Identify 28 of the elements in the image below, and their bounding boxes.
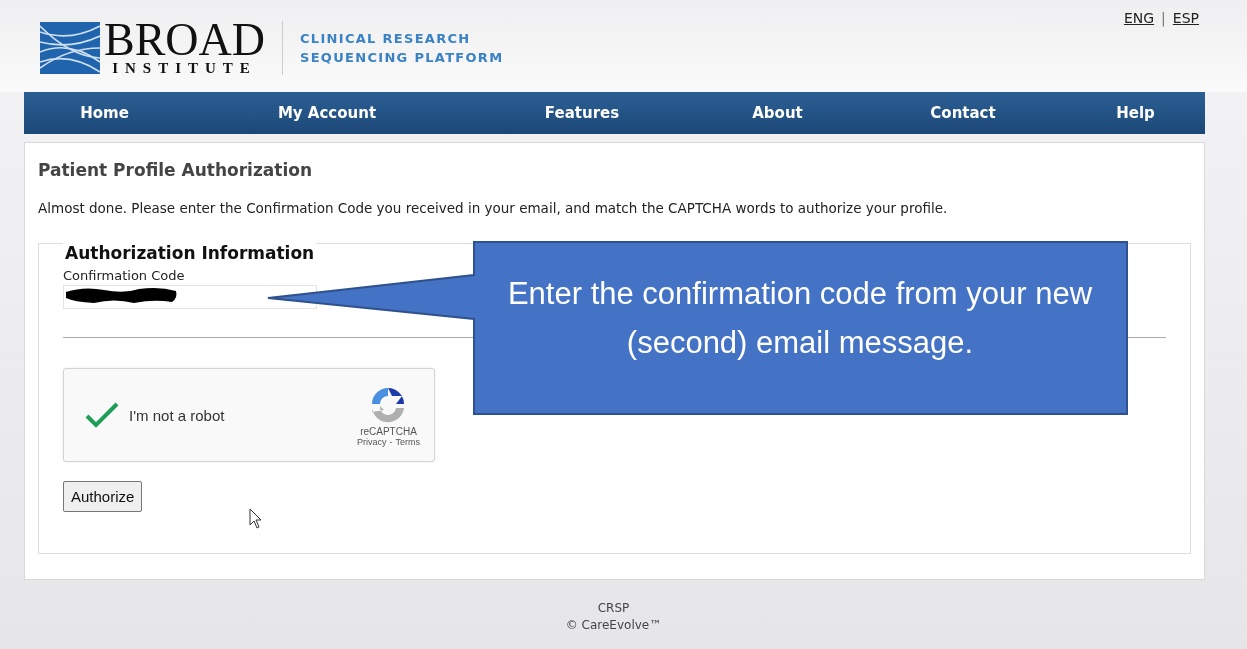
nav-link[interactable]: About (695, 104, 860, 122)
captcha-label: I'm not a robot (129, 406, 226, 424)
platform-name: SEQUENCING PLATFORM (300, 50, 504, 65)
captcha-link[interactable]: Privacy (357, 436, 387, 447)
logo-mark-icon (40, 22, 100, 74)
nav-link[interactable]: Features (469, 104, 695, 122)
separator: | (1161, 10, 1166, 26)
authorize-button[interactable]: Authorize (63, 481, 143, 512)
mouse-pointer-icon (249, 508, 263, 530)
platform-name: CLINICAL RESEARCH (300, 31, 472, 46)
footer-text: CRSP (596, 600, 631, 617)
footer-text: © CareEvolve™ (564, 617, 663, 634)
nav-link[interactable]: Home (24, 104, 185, 122)
logo-wordmark: BROAD (104, 20, 266, 60)
captcha-link[interactable]: Terms (395, 436, 420, 447)
language-link[interactable]: ENG (1123, 10, 1155, 26)
logo-subtitle: INSTITUTE (112, 60, 257, 76)
field-label: Confirmation Code (63, 268, 186, 283)
recaptcha-label: reCAPTCHA (360, 425, 417, 437)
nav-link[interactable]: Contact (860, 104, 1066, 122)
callout-text: Enter the confirmation code from your new (second) email message. (506, 275, 1094, 362)
input-field[interactable] (63, 285, 317, 309)
nav-link[interactable]: Help (1066, 104, 1205, 122)
language-link[interactable]: ESP (1172, 10, 1199, 26)
page-title: Patient Profile Authorization (38, 160, 313, 180)
instructions-text: Almost done. Please enter the Confirmation Code you received in your email, and match the CAPTCHA words to authorize your profile. (38, 200, 949, 216)
separator: - (389, 436, 393, 447)
nav-link[interactable]: My Account (185, 104, 469, 122)
